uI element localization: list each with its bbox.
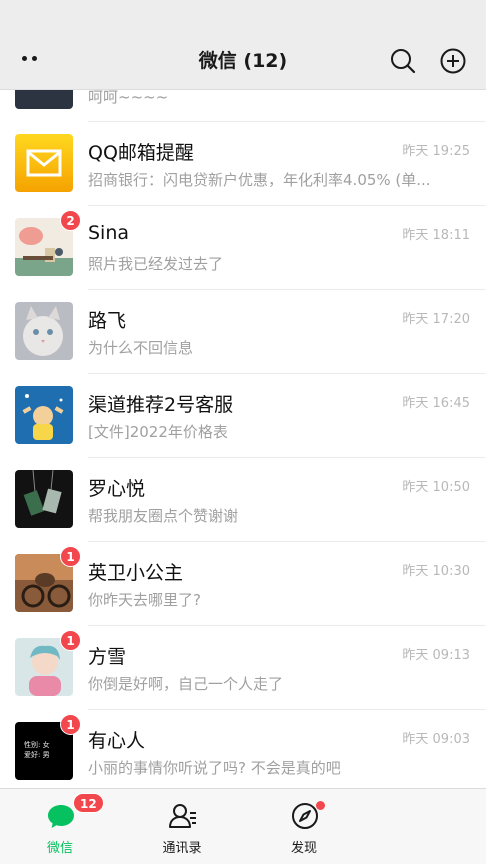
avatar-cartoon-sky [15,386,73,444]
chat-list[interactable]: 呵呵~~~~ QQ邮箱提醒 招商银行：闪电贷新户优惠，年化利率4.05% (单.… [0,90,486,788]
chat-preview: 帮我朋友圈点个赞谢谢 [88,507,239,525]
chat-row[interactable]: 罗心悦 帮我朋友圈点个赞谢谢 昨天 10:50 [0,458,486,542]
chat-name: 罗心悦 [88,478,146,500]
chat-time: 昨天 18:11 [402,228,470,243]
tab-label: 微信 [46,841,73,856]
notification-dot [316,801,325,810]
chat-name: 路飞 [88,310,127,332]
contacts-icon [169,804,196,828]
chat-time: 昨天 19:25 [402,144,470,159]
chat-name: 有心人 [88,730,146,752]
unread-badge: 2 [60,210,81,231]
chat-row-partial[interactable]: 呵呵~~~~ [0,90,486,122]
plus-circle-icon[interactable] [438,46,468,76]
chat-row[interactable]: 1 方雪 你倒是好啊，自己一个人走了 昨天 09:13 [0,626,486,710]
chat-bubble-icon [48,805,74,828]
tab-label: 发现 [290,841,317,856]
chat-row[interactable]: 性别: 女 爱好: 男 1 有心人 小丽的事情你听说了吗? 不会是真的吧 昨天 … [0,710,486,788]
tab-chats[interactable]: 12 微信 [10,789,110,864]
avatar [15,90,73,109]
unread-badge: 1 [60,630,81,651]
chat-time: 昨天 10:50 [402,480,470,495]
chat-name: 方雪 [88,646,127,668]
chat-name: 英卫小公主 [88,562,184,584]
tab-contacts[interactable]: 通讯录 [132,789,232,864]
avatar-dark-pendant [15,470,73,528]
tab-label: 通讯录 [162,841,202,856]
chat-preview: 你倒是好啊，自己一个人走了 [88,675,284,693]
chat-row[interactable]: 渠道推荐2号客服 [文件]2022年价格表 昨天 16:45 [0,374,486,458]
chat-preview: 你昨天去哪里了? [88,591,201,609]
tab-discover[interactable]: 发现 [254,789,354,864]
chat-preview: 照片我已经发过去了 [88,255,224,273]
tab-badge: 12 [73,793,104,813]
chat-preview: 招商银行：闪电贷新户优惠，年化利率4.05% (单... [88,171,431,189]
bottom-tab-bar: 12 微信 通讯录 发现 [0,788,486,864]
chat-name: Sina [88,222,130,244]
unread-badge: 1 [60,714,81,735]
chat-row[interactable]: 1 英卫小公主 你昨天去哪里了? 昨天 10:30 [0,542,486,626]
chat-time: 昨天 09:13 [402,648,470,663]
chat-time: 昨天 09:03 [402,732,470,747]
avatar-caption: 性别: 女 爱好: 男 [24,741,50,759]
chat-row[interactable]: 路飞 为什么不回信息 昨天 17:20 [0,290,486,374]
chat-preview: 为什么不回信息 [88,339,194,357]
chat-time: 昨天 16:45 [402,396,470,411]
chat-preview: [文件]2022年价格表 [88,423,228,441]
top-bar: 微信 (12) [0,0,486,90]
chat-row[interactable]: 2 Sina 照片我已经发过去了 昨天 18:11 [0,206,486,290]
chat-name: 渠道推荐2号客服 [88,394,234,416]
chat-preview: 小丽的事情你听说了吗? 不会是真的吧 [88,759,341,777]
chat-time: 昨天 10:30 [402,564,470,579]
mail-envelope-icon [15,134,73,192]
chat-time: 昨天 17:20 [402,312,470,327]
chat-row[interactable]: QQ邮箱提醒 招商银行：闪电贷新户优惠，年化利率4.05% (单... 昨天 1… [0,122,486,206]
unread-badge: 1 [60,546,81,567]
chat-name: QQ邮箱提醒 [88,142,194,164]
search-icon[interactable] [388,46,418,76]
chat-preview: 呵呵~~~~ [88,90,169,106]
avatar-cat [15,302,73,360]
